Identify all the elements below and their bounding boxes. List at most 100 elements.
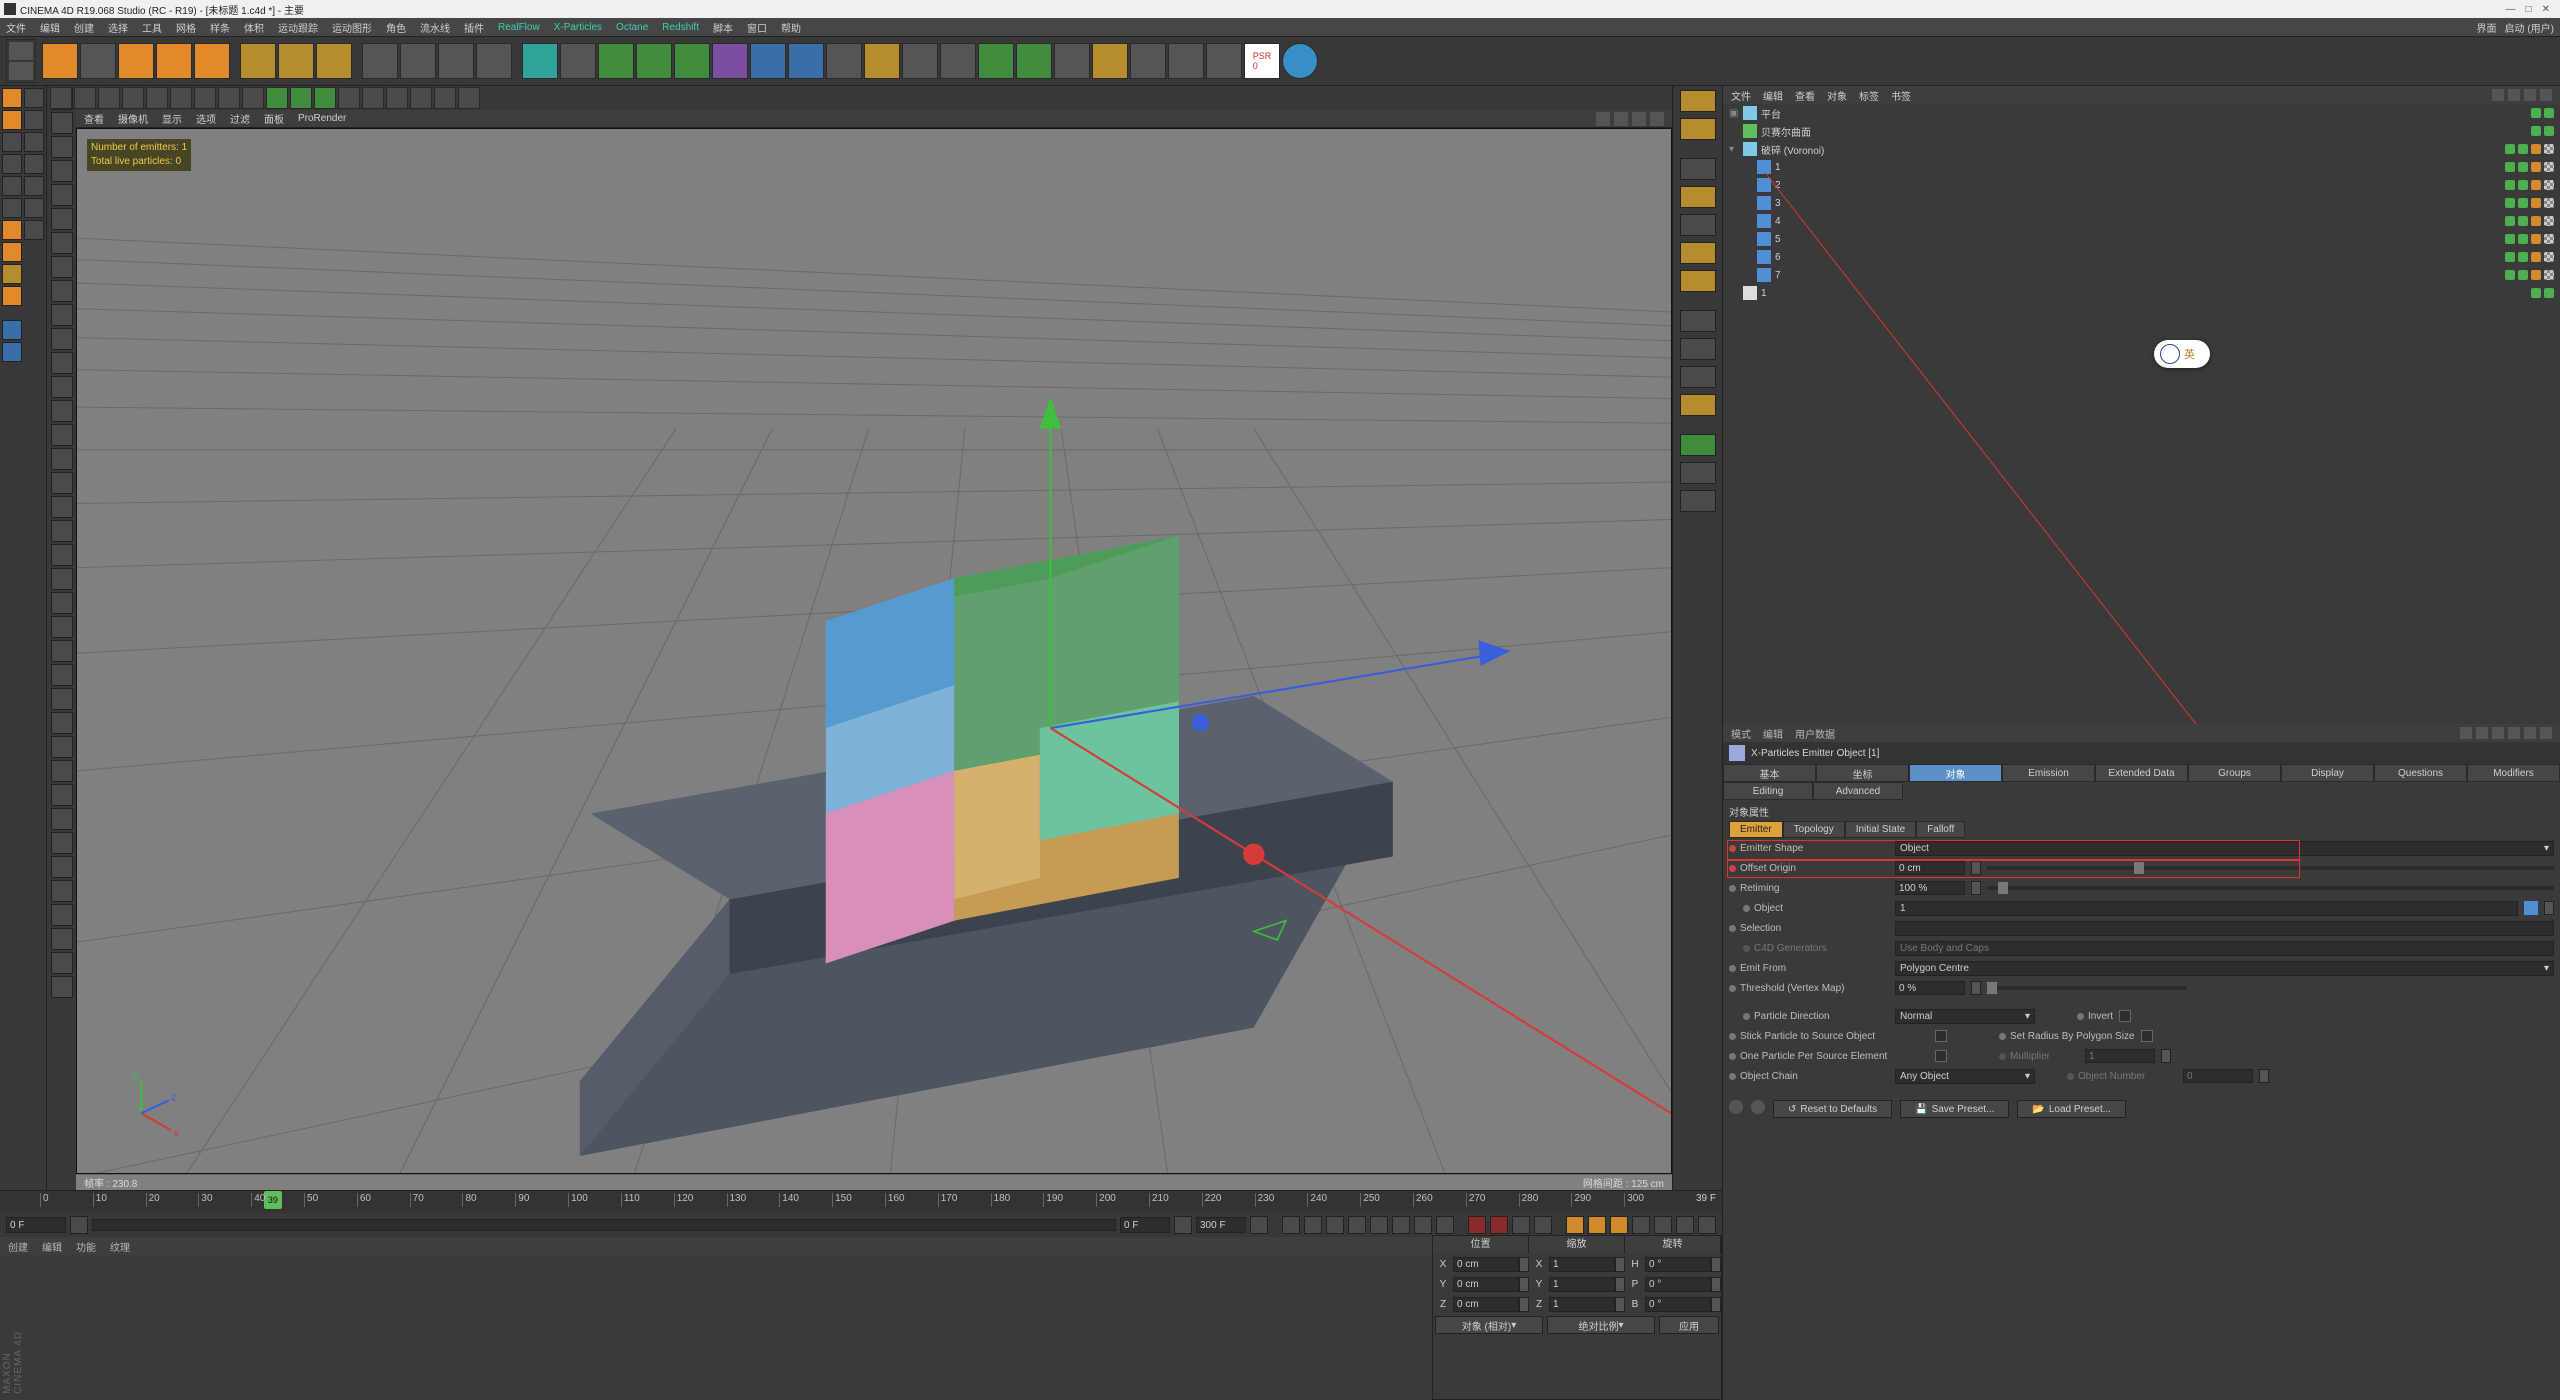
sf-spin[interactable] — [70, 1216, 88, 1234]
xp-mod[interactable] — [1016, 43, 1052, 79]
coord-scale-dropdown[interactable]: 绝对比例 ▾ — [1547, 1316, 1655, 1334]
am-opt3-icon[interactable] — [2540, 727, 2552, 739]
offset-slider[interactable] — [1987, 866, 2554, 870]
coord-apply-button[interactable]: 应用 — [1659, 1316, 1719, 1334]
menu-motrack[interactable]: 运动跟踪 — [278, 20, 318, 35]
object-pick-icon[interactable] — [2544, 901, 2554, 915]
tab-emission[interactable]: Emission — [2002, 764, 2095, 782]
xp-other3[interactable] — [1206, 43, 1242, 79]
lt2-b10[interactable] — [51, 328, 73, 350]
range-scrub[interactable] — [92, 1219, 1116, 1231]
vp-view[interactable]: 查看 — [84, 111, 104, 126]
end-spin[interactable] — [1250, 1216, 1268, 1234]
snap-tool16[interactable] — [410, 87, 432, 109]
render-view[interactable] — [362, 43, 398, 79]
keyopt-pla[interactable] — [1632, 1216, 1650, 1234]
tab-extdata[interactable]: Extended Data — [2095, 764, 2188, 782]
ric-1[interactable] — [1680, 90, 1716, 112]
icon-mode5[interactable] — [24, 220, 44, 240]
am-opt2-icon[interactable] — [2524, 727, 2536, 739]
menu-realflow[interactable]: RealFlow — [498, 22, 540, 33]
vp-nav2-icon[interactable] — [1614, 112, 1628, 126]
ric-recycle[interactable] — [1680, 434, 1716, 456]
obj-child-5[interactable]: 5 — [1723, 230, 2560, 248]
invert-checkbox[interactable] — [2119, 1010, 2131, 1022]
am-userdata[interactable]: 用户数据 — [1795, 726, 1835, 741]
vp-camera[interactable]: 摄像机 — [118, 111, 148, 126]
cur-frame-input[interactable]: 0 F — [1120, 1217, 1170, 1233]
loop-button[interactable] — [1436, 1216, 1454, 1234]
subdiv[interactable] — [636, 43, 672, 79]
ric-11[interactable] — [1680, 394, 1716, 416]
workplane-mode[interactable] — [24, 110, 44, 130]
lt2-b24[interactable] — [51, 664, 73, 686]
keyopt-pos[interactable] — [1566, 1216, 1584, 1234]
scl-z-input[interactable]: 1 — [1549, 1297, 1615, 1312]
viewport-3d[interactable]: y x z Number of emitters: 1 Total live p… — [76, 128, 1672, 1174]
next-key-button[interactable] — [1392, 1216, 1410, 1234]
retiming-input[interactable]: 100 % — [1895, 881, 1965, 895]
am-edit[interactable]: 编辑 — [1763, 726, 1783, 741]
tab-modifiers[interactable]: Modifiers — [2467, 764, 2560, 782]
menu-tools[interactable]: 工具 — [142, 20, 162, 35]
edge-mode[interactable] — [2, 154, 22, 174]
pos-z-input[interactable]: 0 cm — [1453, 1297, 1519, 1312]
am-back-icon[interactable] — [2460, 727, 2472, 739]
om-file[interactable]: 文件 — [1731, 88, 1751, 103]
lt2-b5[interactable] — [51, 208, 73, 230]
ric-5[interactable] — [1680, 214, 1716, 236]
save-preset-button[interactable]: 💾 Save Preset... — [1900, 1100, 2009, 1118]
lt2-b17[interactable] — [51, 496, 73, 518]
snap-tool12[interactable] — [314, 87, 336, 109]
keyopt-scl[interactable] — [1588, 1216, 1606, 1234]
obj-bezier[interactable]: 贝赛尔曲面 — [1723, 122, 2560, 140]
lt2-b13[interactable] — [51, 400, 73, 422]
lt2-b8[interactable] — [51, 280, 73, 302]
xp-emitter[interactable] — [902, 43, 938, 79]
om-tags[interactable]: 标签 — [1859, 88, 1879, 103]
menu-mesh[interactable]: 网格 — [176, 20, 196, 35]
menu-volume[interactable]: 体积 — [244, 20, 264, 35]
prev-frame-button[interactable] — [1326, 1216, 1344, 1234]
play-button[interactable] — [1348, 1216, 1366, 1234]
ric-6[interactable] — [1680, 242, 1716, 264]
menu-help[interactable]: 帮助 — [781, 20, 801, 35]
xp-side2[interactable] — [2, 342, 22, 362]
obj-emitter[interactable]: 1 — [1723, 284, 2560, 302]
scl-y-input[interactable]: 1 — [1549, 1277, 1615, 1292]
rot-b-input[interactable]: 0 ° — [1645, 1297, 1711, 1312]
snap-tool9[interactable] — [242, 87, 264, 109]
lt2-b21[interactable] — [51, 592, 73, 614]
icon-mode4[interactable] — [24, 198, 44, 218]
help-mode[interactable] — [24, 88, 44, 108]
psr-reset[interactable]: PSR0 — [1244, 43, 1280, 79]
ric-2[interactable] — [1680, 118, 1716, 140]
lt2-b35[interactable] — [51, 928, 73, 950]
object-link-icon[interactable] — [2524, 901, 2538, 915]
om-edit[interactable]: 编辑 — [1763, 88, 1783, 103]
reset-defaults-button[interactable]: ↺ Reset to Defaults — [1773, 1100, 1892, 1118]
subtab-emitter[interactable]: Emitter — [1729, 821, 1783, 838]
object-manager[interactable]: ▣ 平台 贝赛尔曲面 ▾ 破碎 (Voronoi) 1 2 3 4 5 6 7 … — [1723, 104, 2560, 724]
array[interactable] — [674, 43, 710, 79]
autokey-button[interactable] — [1490, 1216, 1508, 1234]
obj-child-2[interactable]: 2 — [1723, 176, 2560, 194]
record-button[interactable] — [1468, 1216, 1486, 1234]
am-opt1-icon[interactable] — [2508, 727, 2520, 739]
one-per-checkbox[interactable] — [1935, 1050, 1947, 1062]
close-button[interactable]: ✕ — [2542, 4, 2550, 15]
om-view[interactable]: 查看 — [1795, 88, 1815, 103]
qr-icon[interactable] — [1282, 43, 1318, 79]
keyopt-prm[interactable] — [1654, 1216, 1672, 1234]
mat-tex[interactable]: 纹理 — [110, 1239, 130, 1254]
lt2-b4[interactable] — [51, 184, 73, 206]
obj-child-1[interactable]: 1 — [1723, 158, 2560, 176]
goto-end-button[interactable] — [1414, 1216, 1432, 1234]
menu-window[interactable]: 窗口 — [747, 20, 767, 35]
solo-mode[interactable] — [2, 286, 22, 306]
menu-octane[interactable]: Octane — [616, 22, 648, 33]
subtab-initial[interactable]: Initial State — [1845, 821, 1916, 838]
maximize-button[interactable]: □ — [2526, 4, 2532, 15]
subtab-falloff[interactable]: Falloff — [1916, 821, 1965, 838]
ric-8[interactable] — [1680, 310, 1716, 332]
